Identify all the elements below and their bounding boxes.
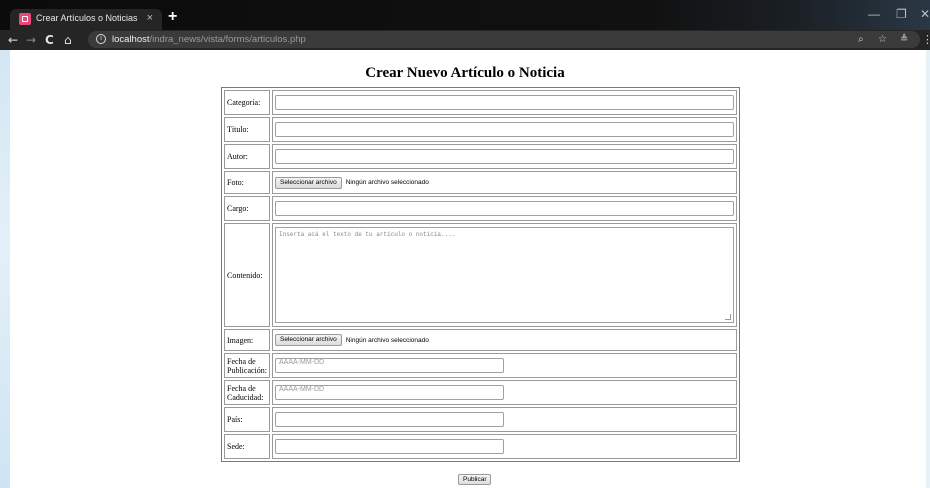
autor-label: Autor: [224,144,270,169]
imagen-choose-file-button[interactable]: Seleccionar archivo [275,334,342,346]
site-info-icon[interactable]: i [96,34,106,44]
autor-cell [272,144,737,169]
restore-window-icon[interactable]: ❐ [896,8,907,20]
titulo-cell [272,117,737,142]
sede-input[interactable] [275,439,504,454]
zoom-icon[interactable]: ⌕ [858,33,864,46]
pais-label: País: [224,407,270,432]
browser-menu-icon[interactable]: ⋮ [922,32,930,48]
cargo-cell [272,196,737,221]
imagen-file-status: Ningún archivo seleccionado [345,336,429,344]
browser-tab[interactable]: Crear Artículos o Noticias × [10,9,162,30]
reload-icon[interactable]: C [45,32,54,48]
form-row-fecha-publicacion: Fecha de Publicación: AAAA-MM-DD [224,353,737,378]
url-host: localhost [112,34,150,45]
categoria-label: Categoría: [224,90,270,115]
resize-handle-icon[interactable] [725,314,731,320]
tab-title: Crear Artículos o Noticias [36,13,138,23]
new-tab-icon[interactable]: + [168,9,177,25]
forward-arrow-icon[interactable]: → [26,32,36,48]
foto-choose-file-button[interactable]: Seleccionar archivo [275,176,342,189]
home-icon[interactable]: ⌂ [64,32,72,48]
foto-label: Foto: [224,171,270,194]
form-row-titulo: Título: [224,117,737,142]
form-row-autor: Autor: [224,144,737,169]
url-path: /indra_news/vista/forms/articulos.php [149,34,306,45]
url-text: localhost/indra_news/vista/forms/articul… [112,33,306,46]
contenido-cell: Inserta acá el texto de tu artículo o no… [272,223,737,327]
sede-cell [272,434,737,459]
fecha-publicacion-input[interactable]: AAAA-MM-DD [275,358,504,373]
bookmark-star-icon[interactable]: ☆ [878,33,887,46]
browser-tab-strip: Crear Artículos o Noticias × + — ❐ ✕ [0,0,930,30]
form-row-pais: País: [224,407,737,432]
pais-cell [272,407,737,432]
minimize-window-icon[interactable]: — [868,8,880,20]
form-row-categoria: Categoría: [224,90,737,115]
foto-file-status: Ningún archivo seleccionado [345,179,429,186]
autor-input[interactable] [275,149,734,164]
fecha-caducidad-label: Fecha de Caducidad: [224,380,270,405]
article-form-table: Categoría: Título: Autor: Foto: Seleccio… [221,87,740,462]
fecha-publicacion-label: Fecha de Publicación: [224,353,270,378]
form-row-fecha-caducidad: Fecha de Caducidad: AAAA-MM-DD [224,380,737,405]
foto-cell: Seleccionar archivo Ningún archivo selec… [272,171,737,194]
back-arrow-icon[interactable]: ← [8,32,18,48]
page-title: Crear Nuevo Artículo o Noticia [365,65,565,81]
page-favicon-icon [19,13,31,25]
fecha-caducidad-cell: AAAA-MM-DD [272,380,737,405]
tab-close-icon[interactable]: × [147,12,153,24]
form-row-cargo: Cargo: [224,196,737,221]
imagen-label: Imagen: [224,329,270,351]
categoria-cell [272,90,737,115]
contenido-label: Contenido: [224,223,270,327]
foto-file-input: Seleccionar archivo Ningún archivo selec… [275,173,734,193]
close-window-icon[interactable]: ✕ [920,8,930,20]
titulo-label: Título: [224,117,270,142]
pais-input[interactable] [275,412,504,427]
browser-toolbar: ← → C ⌂ i localhost/indra_news/vista/for… [0,30,930,50]
address-bar[interactable]: i localhost/indra_news/vista/forms/artic… [88,31,920,48]
desktop-background-right [926,50,930,488]
fecha-caducidad-input[interactable]: AAAA-MM-DD [275,385,504,400]
sede-label: Sede: [224,434,270,459]
form-row-contenido: Contenido: Inserta acá el texto de tu ar… [224,223,737,327]
imagen-file-input: Seleccionar archivo Ningún archivo selec… [275,330,734,350]
contenido-textarea[interactable]: Inserta acá el texto de tu artículo o no… [275,227,734,323]
contenido-placeholder: Inserta acá el texto de tu artículo o no… [279,231,456,238]
form-row-foto: Foto: Seleccionar archivo Ningún archivo… [224,171,737,194]
categoria-input[interactable] [275,95,734,110]
form-row-sede: Sede: [224,434,737,459]
cargo-input[interactable] [275,201,734,216]
cast-icon[interactable]: ≜ [900,33,908,46]
fecha-publicacion-cell: AAAA-MM-DD [272,353,737,378]
titulo-input[interactable] [275,122,734,137]
publish-button[interactable]: Publicar [458,474,492,485]
imagen-cell: Seleccionar archivo Ningún archivo selec… [272,329,737,351]
form-row-imagen: Imagen: Seleccionar archivo Ningún archi… [224,329,737,351]
cargo-label: Cargo: [224,196,270,221]
